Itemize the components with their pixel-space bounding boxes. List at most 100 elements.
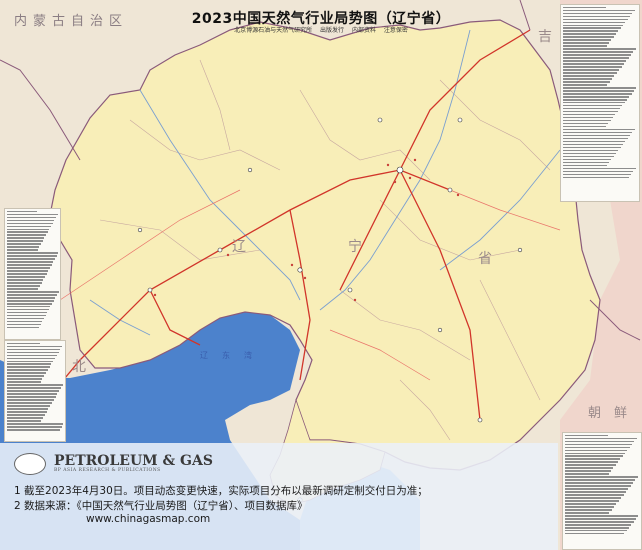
legend-fine-print-line	[7, 222, 53, 224]
legend-fine-print-line	[563, 170, 634, 173]
legend-fine-print-line	[563, 108, 620, 110]
legend-fine-print-line	[7, 360, 54, 362]
legend-fine-print-line	[563, 57, 629, 59]
legend-fine-print-line	[7, 267, 50, 269]
note-2: 2 数据来源：《中国天然气行业局势图（辽宁省）、项目数据库》	[14, 500, 308, 512]
legend-fine-print-line	[7, 294, 58, 296]
legend-fine-print-line	[565, 449, 628, 451]
legend-fine-print-line	[7, 288, 39, 290]
legend-fine-print-line	[7, 345, 63, 347]
legend-fine-print-line	[563, 117, 613, 119]
legend-fine-print-line	[563, 158, 612, 161]
legend-fine-print-line	[7, 219, 55, 221]
legend-fine-print-line	[565, 500, 619, 502]
legend-fine-print-line	[7, 243, 42, 245]
legend-fine-print-line	[7, 378, 43, 380]
legend-fine-print-line	[7, 279, 44, 281]
legend-fine-print-line	[563, 66, 622, 68]
legend-fine-print-line	[563, 84, 608, 86]
legend-fine-print-line	[565, 434, 608, 436]
legend-fine-print-line	[563, 122, 609, 125]
legend-fine-print-line	[7, 303, 53, 305]
legend-fine-print-line	[7, 297, 56, 299]
legend-fine-print-line	[7, 408, 49, 410]
legend-fine-print-line	[565, 467, 614, 469]
legend-fine-print-line	[563, 54, 631, 56]
legend-fine-print-line	[7, 234, 47, 236]
legend-fine-print-line	[563, 143, 624, 146]
legend-fine-print-line	[565, 506, 615, 508]
legend-fine-print-line	[563, 164, 607, 167]
legend-fine-print-line	[563, 102, 625, 104]
legend-fine-print-line	[565, 437, 637, 439]
legend-fine-print-line	[563, 146, 621, 149]
legend-fine-print-line	[7, 258, 55, 260]
legend-fine-print-line	[563, 131, 633, 134]
legend-fine-print-line	[565, 491, 626, 493]
legend-fine-print-line	[7, 363, 52, 365]
legend-fine-print-line	[7, 393, 58, 395]
legend-fine-print-line	[7, 354, 57, 356]
legend-fine-print-line	[563, 51, 634, 53]
legend-fine-print-line	[7, 300, 54, 302]
legend-fine-print-line	[565, 497, 622, 499]
legend-fine-print-line	[563, 173, 631, 176]
legend-fine-print-line	[7, 216, 56, 218]
legend-fine-print-line	[7, 405, 51, 407]
legend-fine-print-line	[7, 249, 38, 251]
legend-fine-print-line	[7, 291, 59, 293]
legend-fine-print-line	[563, 96, 630, 98]
legend-fine-print-line	[7, 375, 45, 377]
legend-fine-print-line	[7, 366, 50, 368]
legend-fine-print-line	[7, 411, 47, 413]
legend-fine-print-line	[7, 213, 58, 215]
legend-fine-print-line	[7, 387, 61, 389]
legend-fine-print-line	[563, 48, 636, 50]
legend-fine-print-line	[565, 509, 612, 511]
legend-fine-print-line	[563, 75, 615, 77]
legend-fine-print-line	[563, 161, 610, 164]
legend-fine-print-line	[7, 426, 62, 428]
legend-fine-print-line	[563, 42, 610, 44]
legend-fine-print-line	[563, 140, 626, 143]
legend-fine-print-line	[7, 402, 52, 404]
legend-fine-print-line	[565, 530, 627, 532]
legend-fine-print-line	[565, 518, 636, 520]
legend-fine-print-line	[7, 246, 40, 248]
legend-fine-print-line	[7, 414, 45, 416]
logo-name: PETROLEUM & GAS	[54, 453, 213, 469]
legend-fine-print-line	[563, 78, 613, 80]
legend-fine-print-line	[7, 306, 51, 308]
legend-fine-print-line	[563, 93, 632, 95]
legend-fine-print-line	[7, 420, 42, 422]
legend-fine-print-line	[565, 452, 626, 454]
legend-fine-print-line	[565, 485, 631, 487]
legend-fine-print-line	[7, 384, 63, 386]
note-1: 1 截至2023年4月30日。项目动态变更快速，实际项目分布以最新调研定制交付日…	[14, 485, 428, 497]
legend-fine-print-line	[563, 149, 619, 152]
legend-fine-print-line	[565, 473, 609, 475]
map-canvas: 内蒙古自治区 吉 北 朝 鲜 辽 宁 省 辽 东 湾 2023中国天然气行业局势…	[0, 0, 642, 550]
legend-fine-print-line	[563, 167, 636, 170]
legend-fine-print-line	[7, 417, 43, 419]
legend-fine-print-line	[7, 225, 51, 227]
legend-fine-print-line	[565, 512, 610, 514]
footer-panel: PETROLEUM & GAS BP ASIA RESEARCH & PUBLI…	[0, 443, 558, 550]
legend-fine-print-line	[565, 461, 619, 463]
legend-fine-print-line	[565, 479, 636, 481]
legend-fine-print-line	[563, 125, 606, 128]
legend-fine-print-line	[7, 372, 46, 374]
legend-fine-print-line	[565, 515, 639, 517]
legend-fine-print-line	[7, 396, 56, 398]
legend-fine-print-line	[563, 120, 611, 122]
legend-fine-print-line	[563, 69, 620, 71]
legend-fine-print-line	[565, 458, 621, 460]
legend-fine-print-line	[563, 36, 614, 38]
website-link[interactable]: www.chinagasmap.com	[86, 513, 210, 525]
legend-fine-print-line	[7, 255, 57, 257]
legend-fine-print-line	[7, 237, 45, 239]
legend-fine-print-line	[7, 326, 39, 329]
legend-fine-print-line	[7, 357, 55, 359]
legend-fine-print-line	[565, 482, 633, 484]
label-ning: 宁	[348, 239, 362, 255]
